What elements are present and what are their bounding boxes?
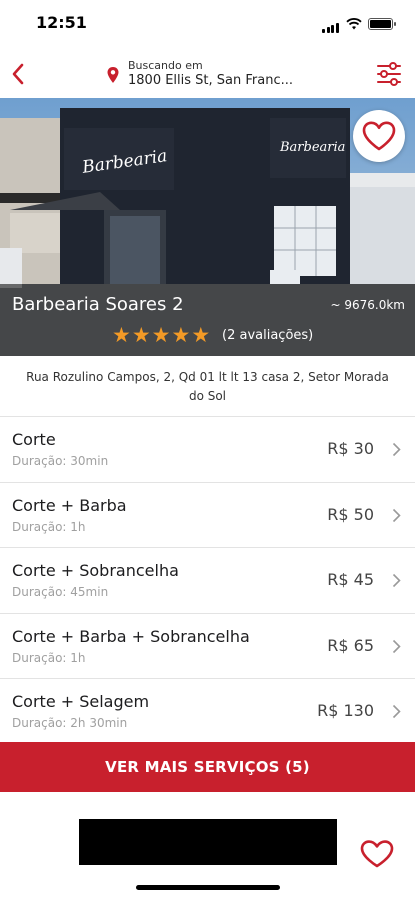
signal-icon (322, 14, 340, 33)
battery-icon (368, 17, 396, 30)
service-price: R$ 130 (317, 701, 374, 720)
service-row[interactable]: Corte Duração: 30min R$ 30 (0, 416, 415, 482)
sign-text-right: Barbearia (280, 140, 346, 155)
more-services-button[interactable]: VER MAIS SERVIÇOS (5) (0, 742, 415, 792)
service-price: R$ 30 (327, 439, 374, 458)
service-price: R$ 65 (327, 635, 374, 655)
wifi-icon (346, 17, 362, 29)
service-name: Corte + Barba (12, 495, 127, 515)
services-list: Corte Duração: 30min R$ 30 Corte + Barba… (0, 416, 415, 744)
hero-overlay: Barbearia Soares 2 ~ 9676.0km ★ ★ ★ ★ ★ … (0, 284, 415, 356)
service-name: Corte + Barba + Sobrancelha (12, 626, 250, 646)
filter-icon (377, 62, 401, 86)
service-price: R$ 50 (327, 504, 374, 524)
chevron-right-icon (392, 573, 401, 588)
home-indicator[interactable] (136, 885, 280, 890)
chevron-right-icon (392, 442, 401, 457)
shop-name: Barbearia Soares 2 (12, 294, 184, 315)
chevron-right-icon (392, 704, 401, 719)
service-duration: Duração: 45min (12, 585, 109, 599)
back-icon (12, 63, 24, 85)
chevron-right-icon (392, 508, 401, 522)
heart-icon (362, 121, 396, 151)
favorite-button[interactable] (353, 110, 405, 162)
location-label: Buscando em (128, 59, 203, 72)
service-name: Corte (12, 430, 56, 449)
shop-address: Rua Rozulino Campos, 2, Qd 01 lt lt 13 c… (26, 370, 389, 403)
rating-stars: ★ ★ ★ ★ ★ (112, 325, 210, 346)
location-value[interactable]: 1800 Ellis St, San Franc... (128, 73, 293, 88)
location-pin-icon (107, 67, 119, 83)
favorites-heart-icon[interactable] (360, 840, 394, 868)
star-icon: ★ (112, 323, 131, 347)
service-row[interactable]: Corte + Selagem Duração: 2h 30min R$ 130 (0, 678, 415, 744)
service-duration: Duração: 30min (12, 454, 109, 468)
service-price: R$ 45 (327, 570, 374, 589)
filter-button[interactable] (373, 58, 405, 90)
service-row[interactable]: Corte + Sobrancelha Duração: 45min R$ 45 (0, 547, 415, 613)
star-icon: ★ (171, 323, 191, 347)
status-icons (322, 14, 396, 33)
service-row[interactable]: Corte + Barba Duração: 1h R$ 50 (0, 481, 415, 548)
ad-banner[interactable] (79, 819, 337, 865)
service-duration: Duração: 1h (12, 519, 86, 534)
service-duration: Duração: 2h 30min (12, 716, 128, 730)
back-button[interactable] (6, 56, 30, 92)
header: Buscando em 1800 Ellis St, San Franc... (0, 50, 415, 98)
shop-photo: Barbearia Barbearia Barbearia Soares 2 ~… (0, 98, 415, 356)
status-time: 12:51 (36, 13, 87, 32)
star-icon: ★ (151, 323, 171, 347)
chevron-right-icon (392, 639, 401, 653)
reviews-count[interactable]: (2 avaliações) (222, 328, 313, 343)
star-icon: ★ (131, 323, 151, 347)
service-name: Corte + Selagem (12, 692, 150, 711)
service-name: Corte + Sobrancelha (12, 561, 179, 580)
status-bar: 12:51 (0, 0, 415, 44)
star-icon: ★ (191, 323, 211, 347)
service-duration: Duração: 1h (12, 650, 86, 665)
service-row[interactable]: Corte + Barba + Sobrancelha Duração: 1h … (0, 612, 415, 679)
shop-distance: ~ 9676.0km (330, 298, 406, 312)
